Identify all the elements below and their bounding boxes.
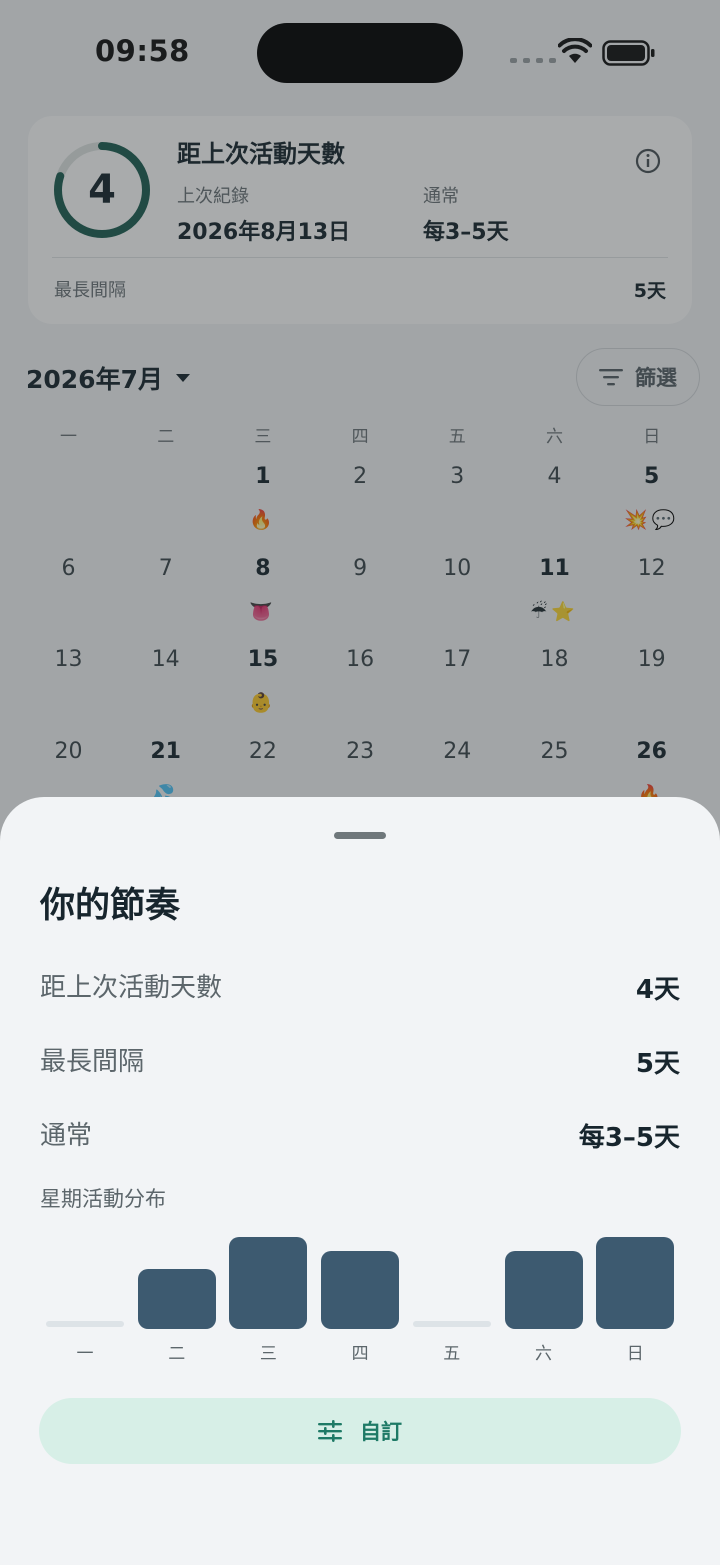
weekday-bar bbox=[504, 1251, 583, 1329]
customize-button[interactable]: 自訂 bbox=[39, 1398, 681, 1464]
weekday-bar bbox=[137, 1269, 216, 1329]
longest-gap-row-value: 5天 bbox=[635, 1049, 680, 1079]
usual-row-label: 通常 bbox=[40, 1121, 93, 1151]
weekday-tick-label: 日 bbox=[626, 1344, 644, 1364]
customize-label: 自訂 bbox=[360, 1420, 402, 1444]
sheet-title: 你的節奏 bbox=[40, 886, 181, 926]
days-since-row-label: 距上次活動天數 bbox=[40, 973, 223, 1003]
weekday-bar bbox=[46, 1321, 124, 1327]
weekday-distribution-chart: 一二三四五六日 bbox=[40, 1225, 680, 1365]
weekday-chart-title: 星期活動分布 bbox=[40, 1187, 166, 1211]
sheet-drag-handle[interactable] bbox=[334, 832, 386, 839]
sliders-icon bbox=[318, 1420, 342, 1442]
weekday-tick-label: 二 bbox=[168, 1344, 186, 1364]
usual-row-value: 每3–5天 bbox=[578, 1123, 680, 1153]
longest-gap-row-label: 最長間隔 bbox=[40, 1047, 145, 1077]
weekday-bar bbox=[596, 1237, 675, 1329]
weekday-tick-label: 四 bbox=[351, 1344, 369, 1364]
weekday-bar bbox=[412, 1321, 491, 1327]
weekday-tick-label: 三 bbox=[259, 1344, 277, 1364]
weekday-bar bbox=[229, 1237, 308, 1329]
weekday-tick-label: 一 bbox=[76, 1344, 94, 1364]
days-since-row-value: 4天 bbox=[635, 975, 680, 1005]
weekday-tick-label: 五 bbox=[443, 1344, 461, 1364]
weekday-tick-label: 六 bbox=[535, 1344, 552, 1364]
rhythm-bottom-sheet: 你的節奏 距上次活動天數 4天 最長間隔 5天 通常 每3–5天 星期活動分布 … bbox=[0, 797, 720, 1565]
weekday-bar bbox=[321, 1251, 400, 1329]
